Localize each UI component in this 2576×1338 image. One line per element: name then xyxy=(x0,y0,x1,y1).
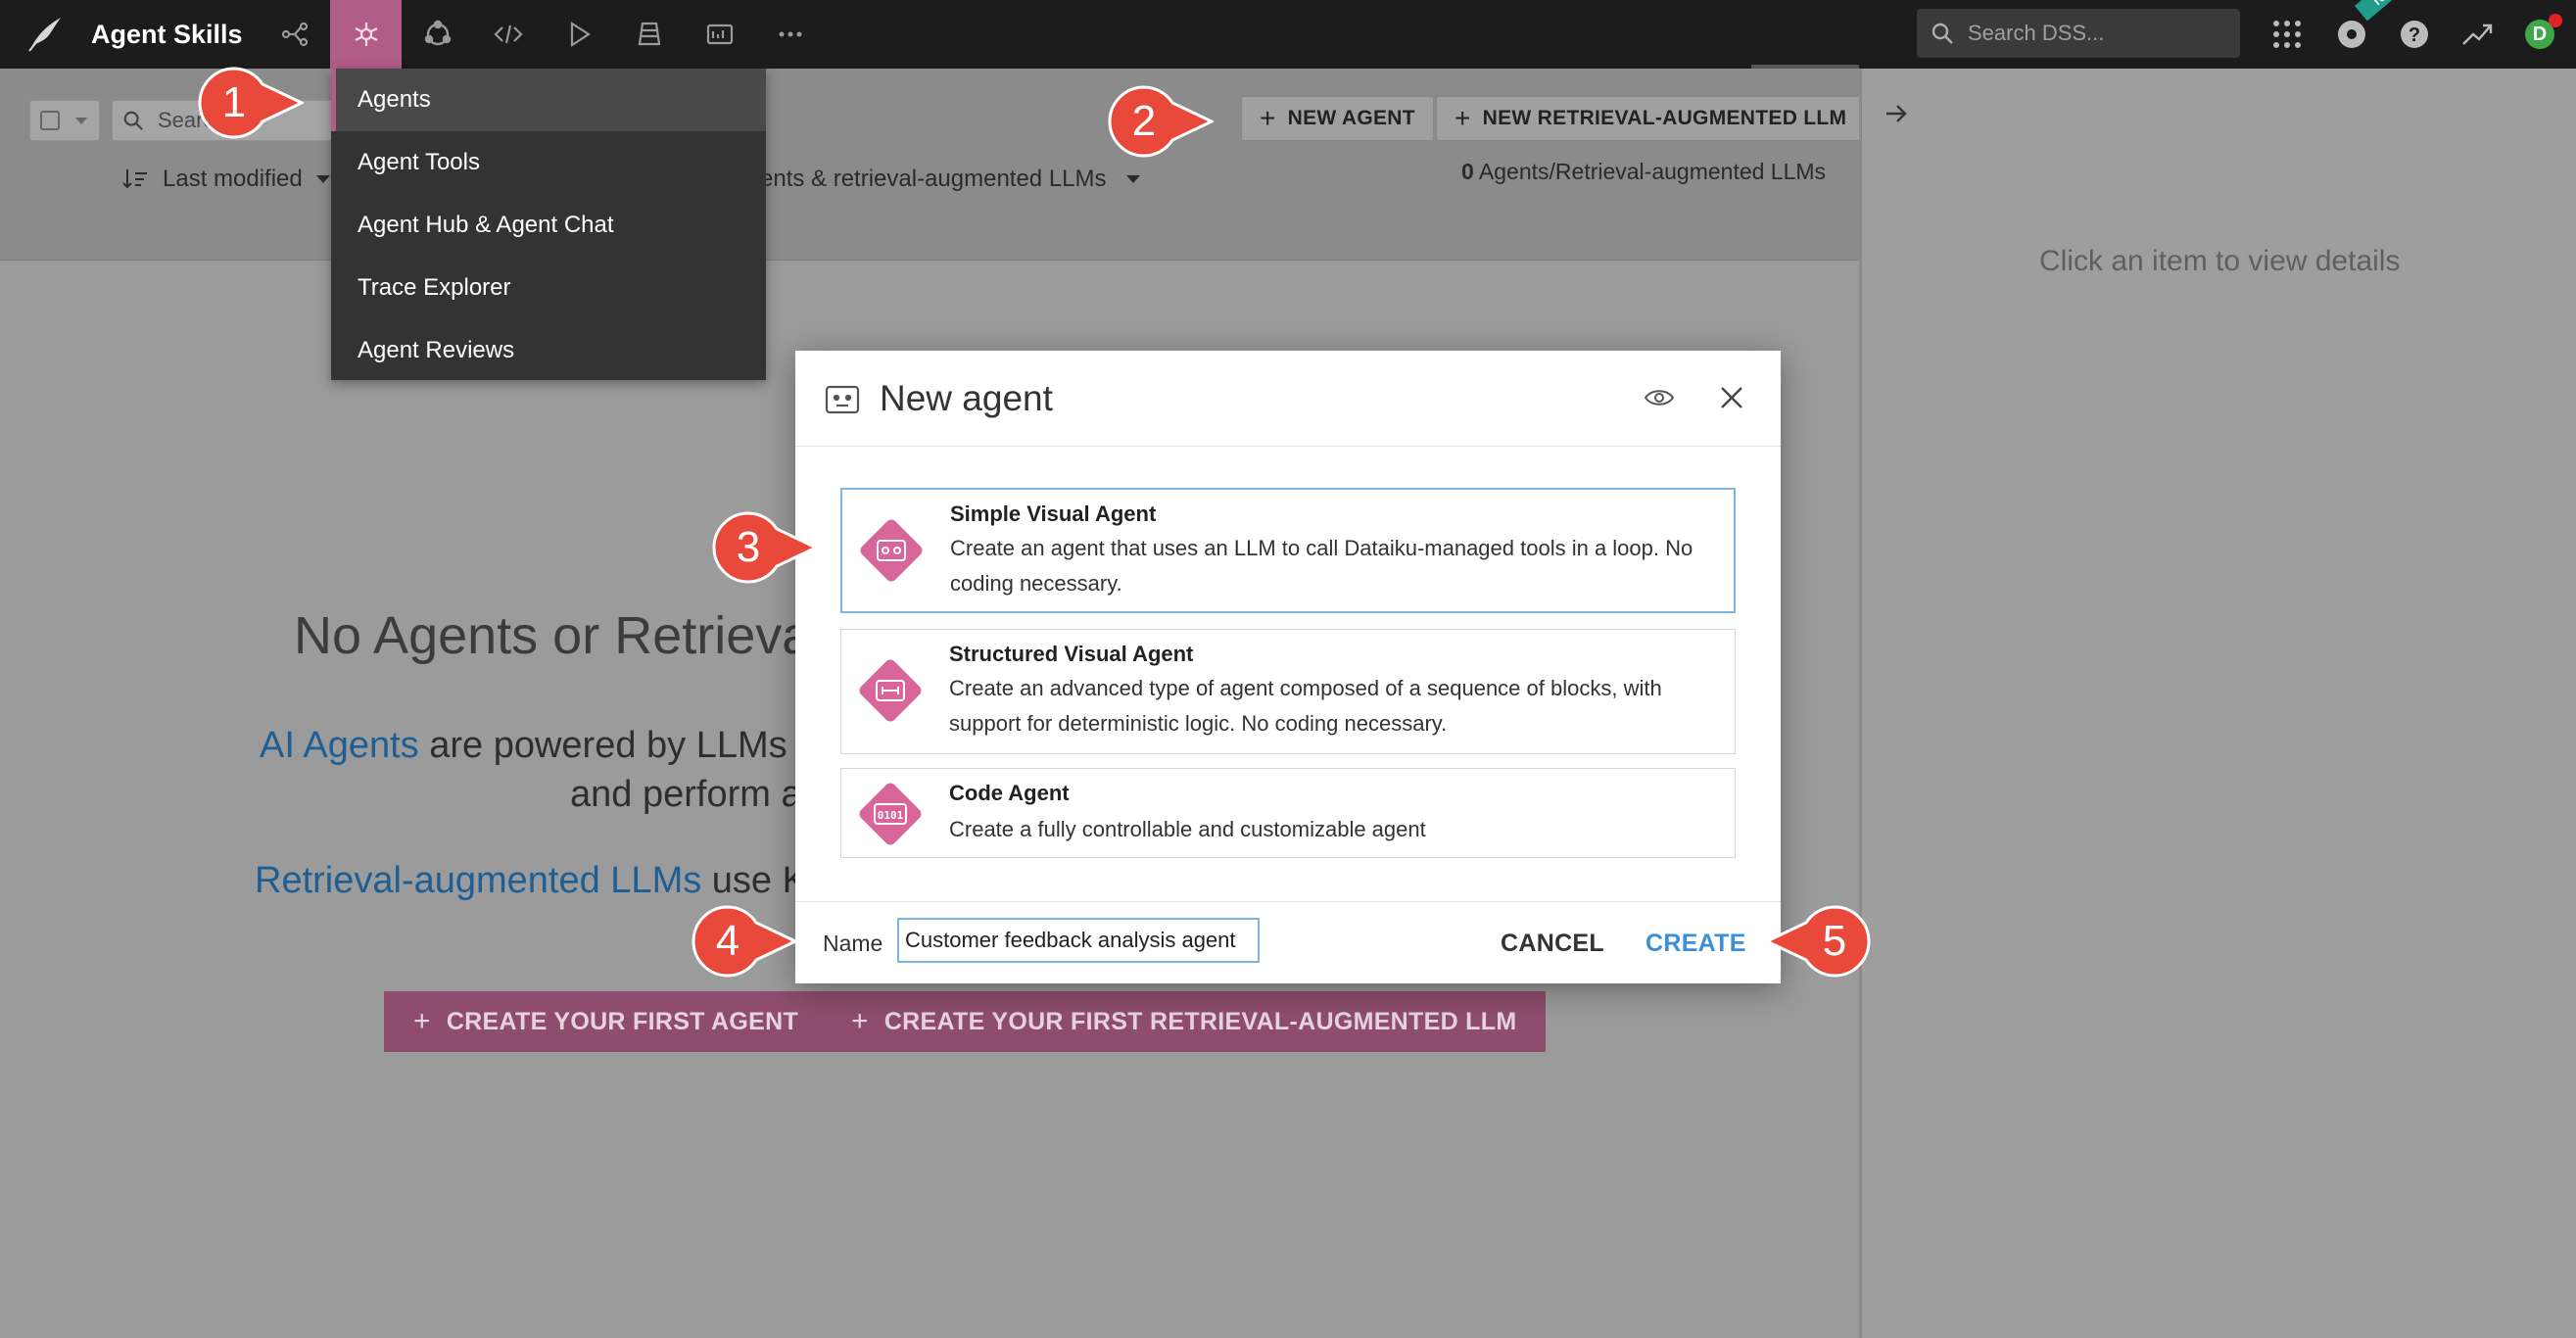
plus-icon: + xyxy=(851,1005,869,1037)
callout-number: 2 xyxy=(1131,97,1157,145)
create-first-rag-llm-label: CREATE YOUR FIRST RETRIEVAL-AUGMENTED LL… xyxy=(883,1007,1517,1035)
callout-number: 3 xyxy=(736,523,761,571)
dataiku-bird-logo[interactable] xyxy=(25,16,65,53)
new-agent-label: NEW AGENT xyxy=(1287,107,1415,129)
agent-name-input[interactable] xyxy=(897,918,1260,963)
option-simple-visual-agent[interactable]: Simple Visual Agent Create an agent that… xyxy=(840,488,1736,613)
new-rag-llm-label: NEW RETRIEVAL-AUGMENTED LLM xyxy=(1482,107,1847,129)
create-first-rag-llm-button[interactable]: + CREATE YOUR FIRST RETRIEVAL-AUGMENTED … xyxy=(822,991,1547,1052)
chevron-down-icon xyxy=(1125,175,1140,183)
help-icon[interactable]: ? xyxy=(2394,14,2435,55)
collapse-panel-arrow-icon[interactable] xyxy=(1879,96,1914,131)
menu-item-agent-tools[interactable]: Agent Tools xyxy=(331,131,766,194)
sort-label: Last modified xyxy=(163,166,303,192)
callout-number: 4 xyxy=(715,917,740,965)
sort-dropdown[interactable]: Last modified xyxy=(121,162,330,197)
run-icon[interactable] xyxy=(543,0,614,69)
modal-footer: Name CANCEL CREATE xyxy=(795,901,1781,983)
option-title: Structured Visual Agent xyxy=(949,642,1194,666)
close-icon[interactable] xyxy=(1712,378,1751,417)
rag-llms-link[interactable]: Retrieval-augmented LLMs xyxy=(255,860,701,901)
global-search-input[interactable] xyxy=(1968,9,2232,58)
notification-dot xyxy=(2549,14,2562,27)
menu-item-trace-explorer[interactable]: Trace Explorer xyxy=(331,257,766,319)
project-title[interactable]: Agent Skills xyxy=(91,16,243,53)
agents-dropdown-menu: Agents Agent Tools Agent Hub & Agent Cha… xyxy=(331,69,766,380)
dashboard-icon[interactable] xyxy=(684,0,755,69)
callout-marker: 2 xyxy=(1104,81,1214,162)
structured-visual-agent-icon xyxy=(859,659,922,722)
select-all-checkbox[interactable] xyxy=(29,100,100,141)
plus-icon: + xyxy=(413,1005,431,1037)
menu-item-agents[interactable]: Agents xyxy=(331,69,766,131)
svg-text:?: ? xyxy=(2409,24,2420,46)
apps-grid-icon[interactable] xyxy=(2266,14,2308,55)
activity-trend-icon[interactable] xyxy=(2457,14,2498,55)
chevron-down-icon xyxy=(75,118,87,124)
simple-visual-agent-icon xyxy=(860,519,923,582)
code-agent-icon: 0101 xyxy=(859,783,922,845)
new-rag-llm-button[interactable]: + NEW RETRIEVAL-AUGMENTED LLM xyxy=(1436,96,1866,141)
create-first-agent-label: CREATE YOUR FIRST AGENT xyxy=(446,1007,799,1035)
empty-state-agents-desc-2: and perform a xyxy=(570,774,802,815)
menu-item-agent-hub[interactable]: Agent Hub & Agent Chat xyxy=(331,194,766,257)
callout-marker: 3 xyxy=(708,507,818,588)
code-icon[interactable] xyxy=(472,0,544,69)
empty-state-title: No Agents or Retrieva xyxy=(294,606,812,665)
option-description: Create a fully controllable and customiz… xyxy=(949,817,1426,841)
eye-icon[interactable] xyxy=(1640,378,1679,417)
search-icon xyxy=(1932,23,1953,44)
new-agent-button[interactable]: + NEW AGENT xyxy=(1241,96,1434,141)
more-icon[interactable] xyxy=(754,0,826,69)
callout-marker: 5 xyxy=(1765,901,1875,981)
lab-icon[interactable] xyxy=(402,0,473,69)
create-first-agent-button[interactable]: + CREATE YOUR FIRST AGENT xyxy=(384,991,829,1052)
option-description: Create an advanced type of agent compose… xyxy=(949,676,1662,736)
option-description: Create an agent that uses an LLM to call… xyxy=(950,536,1693,596)
cancel-button[interactable]: CANCEL xyxy=(1501,924,1604,963)
option-structured-visual-agent[interactable]: Structured Visual Agent Create an advanc… xyxy=(840,629,1736,754)
robot-icon xyxy=(825,385,860,414)
plus-icon: + xyxy=(1260,103,1276,133)
empty-state-agents-text: AI Agents are powered by LLMs ar xyxy=(260,725,831,767)
chevron-down-icon xyxy=(315,175,330,183)
sort-icon xyxy=(122,169,147,189)
ai-agents-link[interactable]: AI Agents xyxy=(260,725,419,766)
new-agent-modal: New agent Simple Visual Agent Create an … xyxy=(795,351,1781,983)
wiki-icon[interactable] xyxy=(613,0,685,69)
type-filter-label: ents & retrieval-augmented LLMs xyxy=(760,166,1107,192)
svg-text:0101: 0101 xyxy=(878,809,904,822)
item-count: 0 Agents/Retrieval-augmented LLMs xyxy=(1461,159,1826,185)
modal-title: New agent xyxy=(880,378,1053,418)
name-label: Name xyxy=(823,931,883,956)
callout-number: 1 xyxy=(221,78,247,126)
agents-menu-icon[interactable] xyxy=(330,0,402,69)
callout-marker: 1 xyxy=(194,63,304,143)
option-title: Simple Visual Agent xyxy=(950,502,1157,526)
checkbox-square xyxy=(40,111,60,130)
search-icon xyxy=(123,111,143,130)
top-nav-bar: Agent Skills New ? D xyxy=(0,0,2576,69)
item-count-label: Agents/Retrieval-augmented LLMs xyxy=(1473,159,1827,184)
flow-icon[interactable] xyxy=(259,0,330,69)
item-count-number: 0 xyxy=(1461,159,1474,184)
callout-number: 5 xyxy=(1822,917,1847,965)
global-search[interactable] xyxy=(1917,9,2240,58)
plus-icon: + xyxy=(1455,103,1471,133)
menu-item-agent-reviews[interactable]: Agent Reviews xyxy=(331,319,766,382)
modal-header: New agent xyxy=(795,351,1781,447)
option-code-agent[interactable]: 0101 Code Agent Create a fully controlla… xyxy=(840,768,1736,858)
create-button[interactable]: CREATE xyxy=(1646,924,1746,963)
empty-state-rag-text: Retrieval-augmented LLMs use Kr xyxy=(255,860,820,902)
type-filter-dropdown[interactable]: ents & retrieval-augmented LLMs xyxy=(760,162,1140,197)
callout-marker: 4 xyxy=(688,901,797,981)
details-empty-hint: Click an item to view details xyxy=(2039,245,2401,277)
option-title: Code Agent xyxy=(949,781,1070,805)
empty-state-agents-desc: are powered by LLMs ar xyxy=(418,725,831,766)
